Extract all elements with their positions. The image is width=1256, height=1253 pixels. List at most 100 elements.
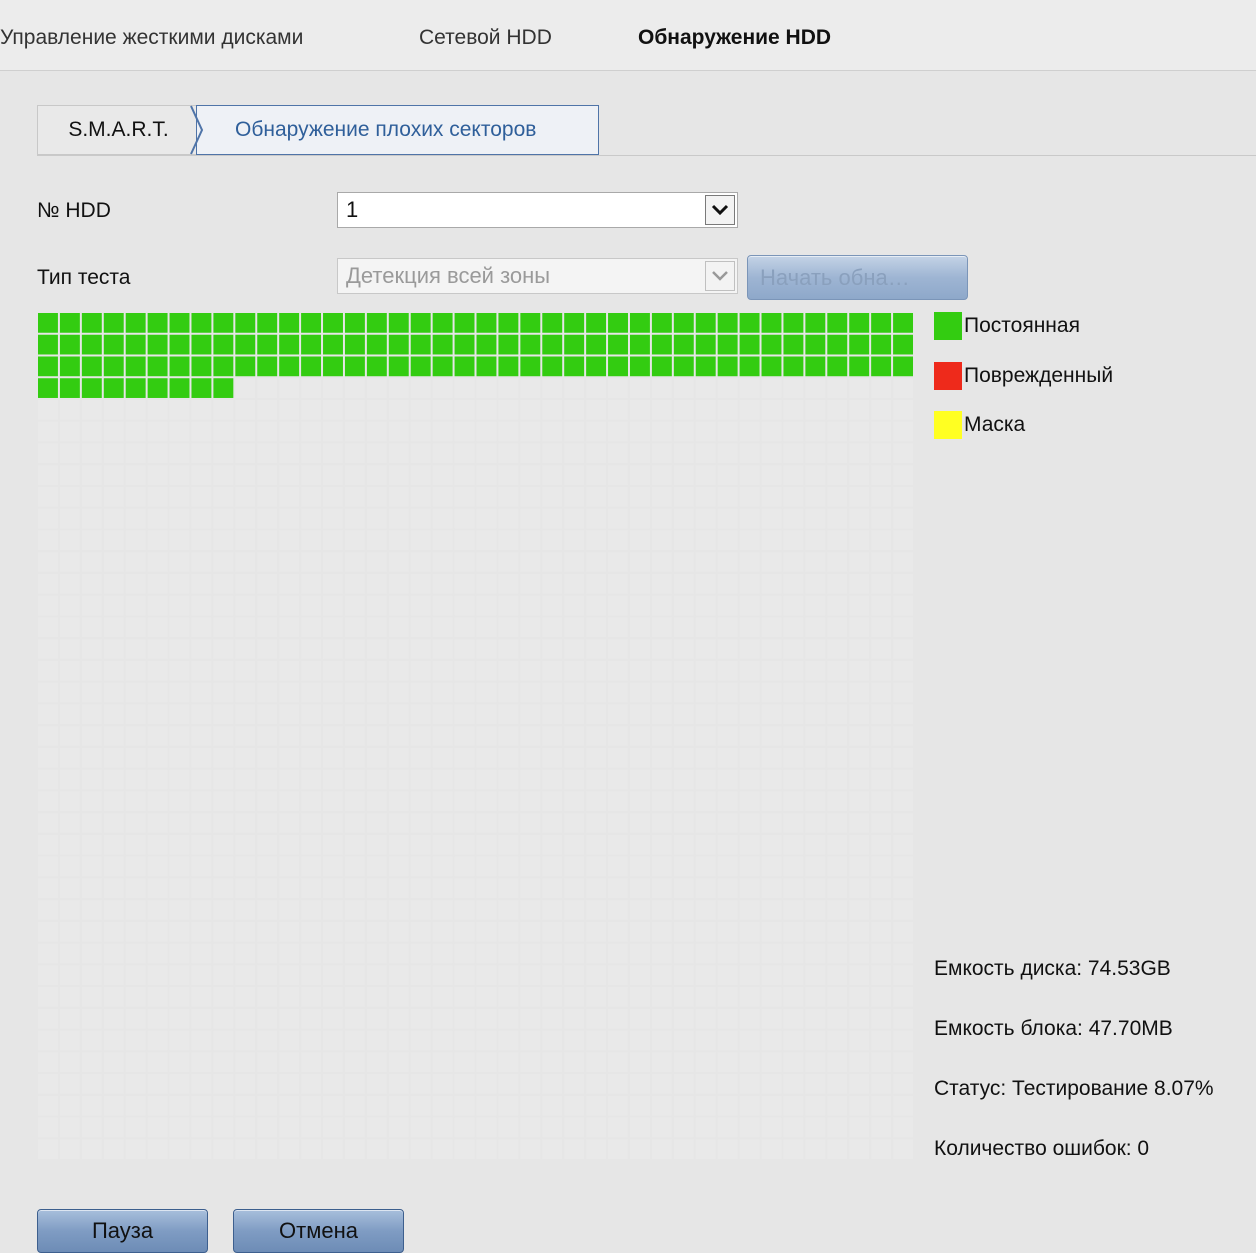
sector-block: [366, 530, 387, 551]
sector-block: [739, 378, 760, 398]
chevron-down-icon[interactable]: [705, 261, 735, 291]
sector-block: [564, 1139, 585, 1159]
sector-block: [520, 704, 541, 725]
sector-block: [805, 1117, 826, 1138]
sector-block: [59, 769, 80, 790]
sector-block: [103, 1095, 124, 1116]
sector-block: [717, 378, 738, 398]
sector-block: [739, 639, 760, 659]
sector-block: [59, 856, 80, 877]
sector-block: [805, 791, 826, 812]
sector-block-tested: [366, 313, 387, 333]
sector-block-tested: [147, 356, 168, 377]
sector-block: [169, 704, 190, 725]
sector-block: [169, 834, 190, 855]
sector-block: [323, 813, 343, 833]
test-type-select[interactable]: Детекция всей зоны: [337, 258, 738, 294]
sector-block: [695, 530, 716, 551]
sector-block: [586, 1074, 607, 1094]
sector-block: [695, 726, 716, 746]
sector-block: [498, 704, 519, 725]
sector-block: [739, 486, 760, 507]
sector-block: [783, 856, 804, 877]
sector-block: [81, 943, 102, 964]
sector-block: [366, 813, 387, 833]
sector-block: [673, 1074, 694, 1094]
sector-block: [849, 1139, 870, 1159]
sector-block: [191, 639, 212, 659]
sector-block: [498, 1095, 519, 1116]
subtab-smart[interactable]: S.M.A.R.T.: [37, 105, 199, 155]
sector-block: [103, 834, 124, 855]
hdd-number-select[interactable]: 1: [337, 192, 738, 228]
sector-block: [520, 769, 541, 790]
sector-block: [476, 1095, 497, 1116]
sector-block: [761, 834, 782, 855]
sector-block: [564, 595, 585, 616]
sector-block: [739, 421, 760, 442]
sector-block: [257, 704, 278, 725]
sector-block: [59, 791, 80, 812]
sector-block-tested: [498, 356, 519, 377]
sector-block: [59, 421, 80, 442]
sector-block: [651, 1030, 672, 1051]
sector-block: [871, 987, 892, 1007]
tab-hdd-management[interactable]: Управление жесткими дисками: [0, 26, 303, 50]
sector-block: [235, 552, 256, 572]
sector-block: [871, 878, 892, 899]
sector-block: [81, 878, 102, 899]
sector-block: [849, 747, 870, 768]
sector-block: [849, 530, 870, 551]
sector-block: [59, 943, 80, 964]
sector-block-tested: [169, 313, 190, 333]
sector-block: [432, 595, 453, 616]
sector-block: [59, 726, 80, 746]
pause-button[interactable]: Пауза: [37, 1209, 208, 1253]
cancel-button[interactable]: Отмена: [233, 1209, 404, 1253]
sector-block: [366, 639, 387, 659]
sector-block: [59, 443, 80, 464]
sector-block: [498, 1052, 519, 1073]
sector-block: [849, 878, 870, 899]
sector-block: [257, 399, 278, 420]
sector-block: [476, 465, 497, 485]
start-detection-button[interactable]: Начать обна…: [747, 255, 968, 300]
sector-block: [191, 1117, 212, 1138]
sector-block: [169, 1052, 190, 1073]
sector-block-tested: [673, 334, 694, 355]
tab-hdd-detection[interactable]: Обнаружение HDD: [638, 26, 831, 50]
sector-block: [608, 639, 628, 659]
sector-block: [125, 813, 146, 833]
sector-block: [59, 1052, 80, 1073]
chevron-down-icon[interactable]: [705, 195, 735, 225]
sector-block: [739, 878, 760, 899]
sector-block: [344, 900, 365, 920]
sector-block: [871, 1095, 892, 1116]
subtab-bad-sector-detection[interactable]: Обнаружение плохих секторов: [196, 105, 599, 155]
sector-block: [629, 834, 650, 855]
sector-block: [301, 900, 322, 920]
sector-block: [103, 813, 124, 833]
sector-block: [498, 1074, 519, 1094]
sector-block: [629, 508, 650, 529]
sector-block: [388, 1008, 409, 1029]
sector-block: [651, 704, 672, 725]
sector-block-tested: [81, 378, 102, 398]
sector-block: [235, 791, 256, 812]
sector-block: [103, 660, 124, 681]
sector-block: [542, 900, 563, 920]
sector-block: [849, 769, 870, 790]
sector-block: [542, 617, 563, 638]
sector-block: [520, 530, 541, 551]
sector-block: [761, 530, 782, 551]
sector-block-tested: [279, 356, 300, 377]
sector-block: [608, 921, 628, 942]
tab-network-hdd[interactable]: Сетевой HDD: [419, 26, 552, 50]
sector-block: [323, 1074, 343, 1094]
sector-block: [893, 443, 914, 464]
sector-block: [301, 726, 322, 746]
sector-block: [235, 769, 256, 790]
sector-block: [81, 421, 102, 442]
sector-block: [235, 443, 256, 464]
sector-block: [805, 508, 826, 529]
